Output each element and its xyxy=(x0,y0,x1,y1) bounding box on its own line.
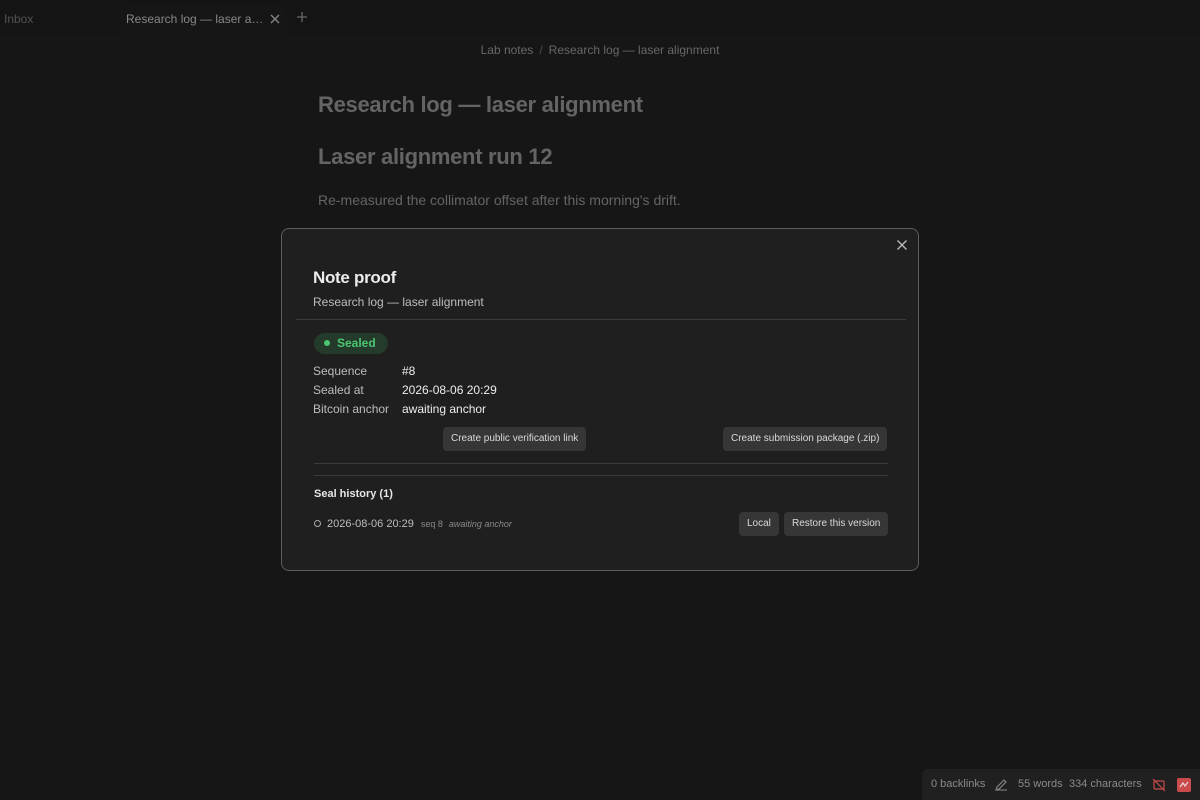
detail-row-bitcoin-anchor: Bitcoin anchor awaiting anchor xyxy=(313,402,486,416)
detail-value: #8 xyxy=(402,364,416,378)
plugin-icon[interactable] xyxy=(1176,777,1192,793)
create-verification-link-button[interactable]: Create public verification link xyxy=(443,427,587,451)
note-proof-modal: Note proof Research log — laser alignmen… xyxy=(281,228,919,571)
detail-value: awaiting anchor xyxy=(402,402,487,416)
backlinks-count[interactable]: 0 backlinks xyxy=(931,769,985,800)
circle-icon xyxy=(314,520,321,527)
detail-value: 2026-08-06 20:29 xyxy=(402,383,497,397)
detail-label: Sealed at xyxy=(313,383,364,397)
detail-row-sealed-at: Sealed at 2026-08-06 20:29 xyxy=(313,383,497,397)
status-badge: Sealed xyxy=(314,333,388,354)
divider xyxy=(314,475,888,476)
sync-off-icon[interactable] xyxy=(1152,778,1166,792)
close-icon[interactable] xyxy=(896,239,908,251)
pencil-icon[interactable] xyxy=(994,778,1008,792)
detail-label: Bitcoin anchor xyxy=(313,402,390,416)
divider xyxy=(296,319,906,320)
modal-subtitle: Research log — laser alignment xyxy=(313,295,484,309)
modal-title: Note proof xyxy=(313,268,396,287)
character-count: 334 characters xyxy=(1069,778,1142,790)
status-bar: 0 backlinks 55 words 334 characters xyxy=(922,769,1200,800)
detail-label: Sequence xyxy=(313,364,368,378)
history-seq: seq 8 xyxy=(420,519,443,529)
detail-row-sequence: Sequence #8 xyxy=(313,364,415,378)
create-submission-package-button[interactable]: Create submission package (.zip) xyxy=(723,427,888,451)
history-timestamp: 2026-08-06 20:29 xyxy=(327,518,414,530)
history-status: awaiting anchor xyxy=(448,519,512,529)
divider xyxy=(314,463,888,464)
word-count: 55 words xyxy=(1018,778,1063,790)
seal-history-heading: Seal history (1) xyxy=(314,488,393,500)
status-dot-icon xyxy=(324,340,330,346)
local-button[interactable]: Local xyxy=(739,512,779,536)
history-entry: 2026-08-06 20:29 seq 8 awaiting anchor xyxy=(314,518,512,530)
status-label: Sealed xyxy=(337,336,376,350)
restore-version-button[interactable]: Restore this version xyxy=(784,512,889,536)
